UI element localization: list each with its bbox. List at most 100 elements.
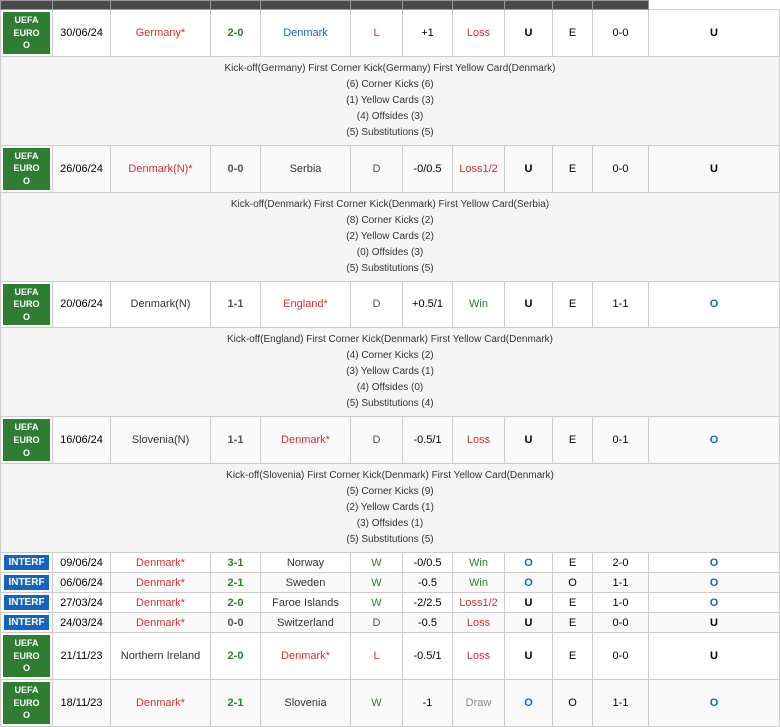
match-cell: UEFA EUROO — [1, 679, 53, 726]
team1-cell: Denmark* — [111, 553, 211, 573]
outcome-cell: L — [351, 10, 403, 57]
table-row: INTERF 09/06/24 Denmark* 3-1 Norway W -0… — [1, 553, 780, 573]
handicap-cell: -2/2.5 — [403, 593, 453, 613]
team1-cell: Germany* — [111, 10, 211, 57]
detail-row: Kick-off(Denmark) First Corner Kick(Denm… — [1, 192, 780, 281]
handicap-cell: -0.5/1 — [403, 633, 453, 680]
odds-cell: Win — [453, 573, 505, 593]
table-row: INTERF 06/06/24 Denmark* 2-1 Sweden W -0… — [1, 573, 780, 593]
match-badge: UEFA EUROO — [3, 148, 50, 190]
match-badge: UEFA EUROO — [3, 12, 50, 54]
outcome-cell: W — [351, 593, 403, 613]
oddeven-cell: E — [553, 633, 593, 680]
match-badge: INTERF — [4, 575, 48, 590]
team1-cell: Denmark(N)* — [111, 145, 211, 192]
table-row: UEFA EUROO 26/06/24 Denmark(N)* 0-0 Serb… — [1, 145, 780, 192]
match-cell: INTERF — [1, 553, 53, 573]
outcome-cell: D — [351, 281, 403, 328]
result-cell: 2-1 — [211, 679, 261, 726]
date-cell: 27/03/24 — [53, 593, 111, 613]
date-cell: 18/11/23 — [53, 679, 111, 726]
outcome-cell: W — [351, 573, 403, 593]
outcome-cell: D — [351, 145, 403, 192]
oddeven-cell: E — [553, 417, 593, 464]
ou25-cell: U — [505, 281, 553, 328]
handicap-cell: -0.5/1 — [403, 417, 453, 464]
detail-row: Kick-off(Germany) First Corner Kick(Germ… — [1, 56, 780, 145]
result-cell: 2-1 — [211, 573, 261, 593]
date-cell: 09/06/24 — [53, 553, 111, 573]
oddeven-cell: E — [553, 593, 593, 613]
team2-cell: England* — [261, 281, 351, 328]
ou075-cell: O — [649, 553, 780, 573]
oddeven-cell: E — [553, 553, 593, 573]
ht-cell: 0-0 — [593, 10, 649, 57]
handicap-cell: -0.5 — [403, 573, 453, 593]
handicap-cell: -1 — [403, 679, 453, 726]
team2-cell: Denmark* — [261, 633, 351, 680]
date-cell: 20/06/24 — [53, 281, 111, 328]
odds-cell: Draw — [453, 679, 505, 726]
ht-cell: 0-0 — [593, 633, 649, 680]
date-cell: 06/06/24 — [53, 573, 111, 593]
result-cell: 0-0 — [211, 145, 261, 192]
ou075-cell: U — [649, 145, 780, 192]
ou075-cell: O — [649, 417, 780, 464]
handicap-cell: +1 — [403, 10, 453, 57]
detail-cell: Kick-off(Denmark) First Corner Kick(Denm… — [1, 192, 780, 281]
table-row: UEFA EUROO 18/11/23 Denmark* 2-1 Sloveni… — [1, 679, 780, 726]
ht-cell: 0-0 — [593, 145, 649, 192]
team2-cell: Denmark — [261, 10, 351, 57]
match-cell: INTERF — [1, 593, 53, 613]
match-badge: INTERF — [4, 615, 48, 630]
team2-cell: Slovenia — [261, 679, 351, 726]
col-result — [211, 1, 261, 10]
outcome-cell: D — [351, 417, 403, 464]
table-row: INTERF 27/03/24 Denmark* 2-0 Faroe Islan… — [1, 593, 780, 613]
odds-cell: Loss1/2 — [453, 593, 505, 613]
ou25-cell: O — [505, 553, 553, 573]
ou075-cell: O — [649, 573, 780, 593]
team1-cell: Denmark* — [111, 593, 211, 613]
odds-cell: Loss — [453, 633, 505, 680]
ou25-cell: U — [505, 145, 553, 192]
table-row: UEFA EUROO 30/06/24 Germany* 2-0 Denmark… — [1, 10, 780, 57]
match-badge: INTERF — [4, 555, 48, 570]
result-cell: 1-1 — [211, 417, 261, 464]
col-date — [53, 1, 111, 10]
team1-cell: Slovenia(N) — [111, 417, 211, 464]
match-badge: UEFA EUROO — [3, 682, 50, 724]
result-cell: 2-0 — [211, 633, 261, 680]
odds-cell: Loss — [453, 10, 505, 57]
ou075-cell: O — [649, 679, 780, 726]
match-cell: UEFA EUROO — [1, 281, 53, 328]
detail-cell: Kick-off(England) First Corner Kick(Denm… — [1, 328, 780, 417]
col-handicap — [351, 1, 403, 10]
col-odds — [403, 1, 453, 10]
match-badge: UEFA EUROO — [3, 284, 50, 326]
result-cell: 2-0 — [211, 10, 261, 57]
match-cell: UEFA EUROO — [1, 145, 53, 192]
ht-cell: 2-0 — [593, 553, 649, 573]
ou075-cell: U — [649, 10, 780, 57]
result-cell: 2-0 — [211, 593, 261, 613]
team2-cell: Norway — [261, 553, 351, 573]
match-badge: INTERF — [4, 595, 48, 610]
oddeven-cell: E — [553, 281, 593, 328]
handicap-cell: +0.5/1 — [403, 281, 453, 328]
ou075-cell: O — [649, 593, 780, 613]
ht-cell: 0-1 — [593, 417, 649, 464]
team2-cell: Faroe Islands — [261, 593, 351, 613]
col-match — [1, 1, 53, 10]
oddeven-cell: E — [553, 10, 593, 57]
odds-cell: Loss — [453, 417, 505, 464]
match-badge: UEFA EUROO — [3, 635, 50, 677]
date-cell: 30/06/24 — [53, 10, 111, 57]
match-badge: UEFA EUROO — [3, 419, 50, 461]
team2-cell: Denmark* — [261, 417, 351, 464]
date-cell: 21/11/23 — [53, 633, 111, 680]
match-cell: UEFA EUROO — [1, 10, 53, 57]
ou25-cell: U — [505, 417, 553, 464]
ou25-cell: U — [505, 633, 553, 680]
outcome-cell: W — [351, 679, 403, 726]
